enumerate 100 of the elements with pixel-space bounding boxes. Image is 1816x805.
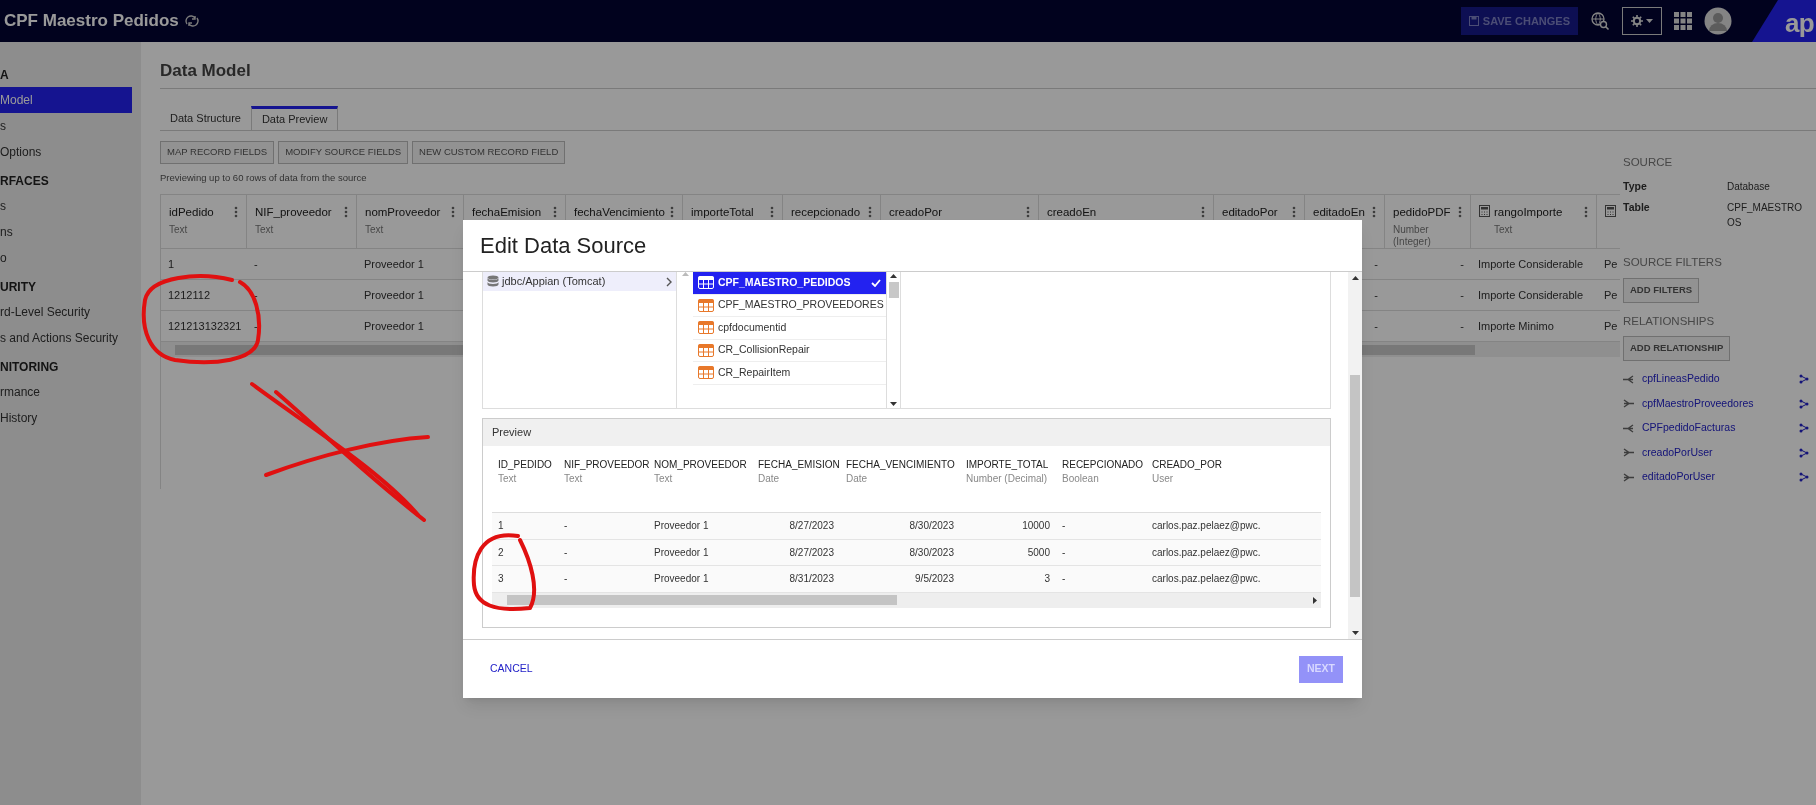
table-cell-text: 3 bbox=[1043, 572, 1051, 587]
add-relationship-button[interactable]: ADD RELATIONSHIP bbox=[1623, 335, 1731, 361]
tab[interactable]: Data Preview bbox=[250, 106, 339, 130]
sidebar-item[interactable]: o bbox=[0, 245, 132, 271]
kebab-menu-icon[interactable] bbox=[1026, 206, 1030, 219]
sidebar-item[interactable]: s bbox=[0, 193, 132, 219]
table-cell-text: carlos.paz.pelaez@pwc. bbox=[1151, 519, 1262, 534]
table-cell-text: Proveedor 1 bbox=[364, 319, 424, 334]
field-value: CPF_MAESTRO OS bbox=[1727, 201, 1802, 231]
kebab-menu-icon[interactable] bbox=[1584, 206, 1588, 219]
kebab-menu-icon[interactable] bbox=[1292, 206, 1296, 219]
check-icon bbox=[871, 278, 881, 287]
avatar-icon[interactable] bbox=[1704, 7, 1732, 35]
save-icon bbox=[1468, 16, 1479, 26]
sidebar-item[interactable]: ns bbox=[0, 219, 132, 245]
sidebar-item[interactable]: History bbox=[0, 405, 132, 431]
sidebar-heading: A bbox=[0, 67, 10, 84]
table-cell-text: 8/27/2023 bbox=[788, 519, 835, 534]
diagram-icon[interactable] bbox=[1799, 398, 1809, 409]
connection-item[interactable]: jdbc/Appian (Tomcat) bbox=[483, 272, 676, 291]
table-cell-text: - bbox=[1460, 319, 1464, 334]
table-cell-text: - bbox=[1460, 257, 1464, 272]
table-cell-text: - bbox=[1061, 572, 1067, 587]
table-cell-text: - bbox=[1460, 288, 1464, 303]
relationship-link[interactable]: CPFpedidoFacturas bbox=[1642, 420, 1799, 436]
column-header: CREADO_POR User bbox=[1151, 458, 1223, 486]
gear-icon bbox=[1631, 15, 1643, 27]
table-cell-text: Pe bbox=[1604, 257, 1618, 272]
scroll-right-arrow-icon[interactable] bbox=[1313, 596, 1317, 604]
relationship-link[interactable]: creadoPorUser bbox=[1642, 444, 1799, 461]
scroll-up-arrow-icon[interactable] bbox=[890, 274, 897, 278]
kebab-menu-icon[interactable] bbox=[344, 206, 348, 219]
vertical-scrollbar[interactable] bbox=[887, 272, 901, 408]
table-cell-text: - bbox=[1374, 257, 1378, 272]
apps-grid-icon[interactable] bbox=[1674, 12, 1692, 30]
scroll-down-arrow-icon[interactable] bbox=[890, 402, 897, 406]
action-button[interactable]: MAP RECORD FIELDS bbox=[160, 141, 275, 164]
table-cell-text: Proveedor 1 bbox=[653, 572, 710, 587]
column-header[interactable]: pedidoPDF Number (Integer) bbox=[1385, 195, 1471, 249]
many-to-one-icon bbox=[1623, 448, 1634, 457]
kebab-menu-icon[interactable] bbox=[1201, 206, 1205, 219]
preview-title: Preview bbox=[483, 419, 1330, 446]
column-header[interactable]: idPedido Text bbox=[161, 195, 247, 249]
kebab-menu-icon[interactable] bbox=[1372, 206, 1376, 219]
sidebar-item[interactable]: rmance bbox=[0, 379, 132, 405]
scroll-down-arrow-icon[interactable] bbox=[1351, 631, 1359, 635]
table-list-item[interactable]: CR_RepairItem bbox=[693, 362, 886, 385]
scrollbar-thumb[interactable] bbox=[1350, 374, 1360, 597]
vertical-scrollbar[interactable] bbox=[1348, 272, 1362, 639]
sidebar-item[interactable]: s and Actions Security bbox=[0, 325, 132, 351]
action-button[interactable]: NEW CUSTOM RECORD FIELD bbox=[412, 141, 566, 164]
tab[interactable]: Data Structure bbox=[160, 106, 251, 130]
table-cell-text: 121213132321 bbox=[168, 319, 242, 334]
cancel-button[interactable]: CANCEL bbox=[490, 661, 533, 677]
globe-search-icon[interactable] bbox=[1590, 11, 1610, 31]
table-cell-text: 8/30/2023 bbox=[908, 545, 955, 560]
add-filters-button[interactable]: ADD FILTERS bbox=[1623, 277, 1700, 303]
kebab-menu-icon[interactable] bbox=[451, 206, 455, 219]
diagram-icon[interactable] bbox=[1799, 447, 1809, 458]
sidebar-item[interactable]: rd-Level Security bbox=[0, 299, 132, 325]
kebab-menu-icon[interactable] bbox=[868, 206, 872, 219]
table-cell-text: 5000 bbox=[1026, 545, 1051, 560]
sidebar-item[interactable]: s bbox=[0, 113, 132, 139]
table-cell-text: 8/31/2023 bbox=[788, 572, 835, 587]
scrollbar-thumb[interactable] bbox=[888, 282, 899, 298]
kebab-menu-icon[interactable] bbox=[234, 206, 238, 219]
table-cell-text: Importe Considerable bbox=[1478, 257, 1584, 272]
sidebar-item[interactable]: Model bbox=[0, 87, 132, 113]
logo-text: ap bbox=[1785, 7, 1815, 40]
table-list-item[interactable]: CR_CollisionRepair bbox=[693, 339, 886, 362]
kebab-menu-icon[interactable] bbox=[770, 206, 774, 219]
table-list-item[interactable]: cpfdocumentid bbox=[693, 317, 886, 340]
table-list-item[interactable]: CPF_MAESTRO_PEDIDOS bbox=[693, 272, 886, 295]
field-label: Table bbox=[1623, 200, 1651, 216]
relationship-link[interactable]: cpfLineasPedido bbox=[1642, 371, 1799, 387]
table-cell-text: 10000 bbox=[1021, 519, 1051, 534]
action-button[interactable]: MODIFY SOURCE FIELDS bbox=[278, 141, 409, 164]
column-header[interactable]: rangoImporte Text bbox=[1471, 195, 1597, 249]
sidebar-item[interactable]: Options bbox=[0, 139, 132, 165]
caret-icon bbox=[1646, 19, 1653, 23]
column-header: NIF_PROVEEDOR Text bbox=[563, 458, 648, 486]
relationship-link[interactable]: cpfMaestroProveedores bbox=[1642, 395, 1799, 412]
table-icon bbox=[698, 343, 714, 357]
table-cell-text: Importe Considerable bbox=[1478, 288, 1584, 303]
kebab-menu-icon[interactable] bbox=[553, 206, 557, 219]
kebab-menu-icon[interactable] bbox=[1458, 206, 1462, 219]
relationship-link[interactable]: editadoPorUser bbox=[1642, 469, 1799, 485]
table-cell-text: carlos.paz.pelaez@pwc. bbox=[1151, 545, 1262, 560]
diagram-icon[interactable] bbox=[1799, 472, 1809, 482]
table-icon bbox=[698, 366, 714, 380]
sync-icon[interactable] bbox=[184, 15, 199, 27]
settings-button[interactable] bbox=[1622, 7, 1662, 35]
scrollbar-thumb[interactable] bbox=[507, 595, 897, 605]
diagram-icon[interactable] bbox=[1799, 423, 1809, 433]
scroll-up-arrow-icon[interactable] bbox=[1351, 276, 1359, 280]
kebab-menu-icon[interactable] bbox=[670, 206, 674, 219]
table-list-item[interactable]: CPF_MAESTRO_PROVEEDORES bbox=[693, 294, 886, 317]
column-header[interactable]: NIF_proveedor Text bbox=[247, 195, 357, 249]
field-label: Type bbox=[1623, 178, 1648, 194]
diagram-icon[interactable] bbox=[1799, 374, 1809, 384]
